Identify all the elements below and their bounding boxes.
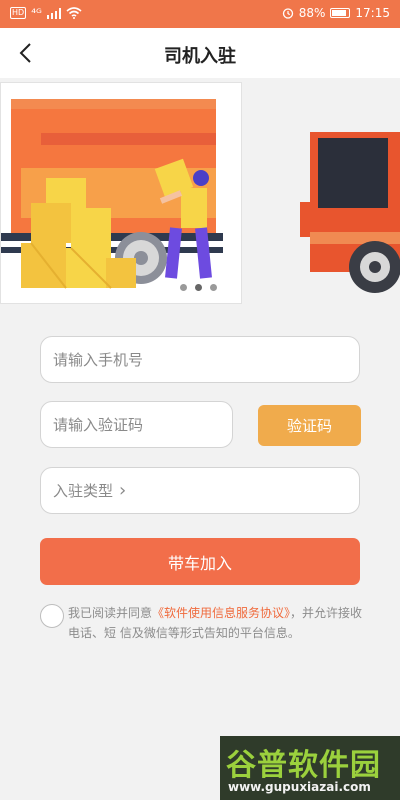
nav-bar: 司机入驻 [0, 28, 400, 78]
join-with-vehicle-button[interactable]: 带车加入 [40, 538, 360, 585]
phone-field[interactable] [40, 336, 360, 383]
chevron-right-icon: › [119, 480, 127, 501]
status-left: HD ⁴ᴳ [10, 6, 82, 20]
battery-percent: 88% [298, 6, 326, 20]
watermark-url: www.gupuxiazai.com [228, 780, 371, 794]
watermark-logo: 谷普软件园 www.gupuxiazai.com [220, 736, 400, 800]
verification-code-input[interactable] [53, 415, 232, 434]
signal-text: ⁴ᴳ [31, 6, 42, 20]
carousel-dot-active[interactable] [195, 284, 202, 291]
battery-icon [330, 8, 351, 18]
carousel-dot[interactable] [180, 284, 187, 291]
join-type-label: 入驻类型 [53, 482, 114, 500]
banner-slide-next[interactable] [300, 82, 400, 304]
carousel-indicator [180, 284, 217, 291]
page-title: 司机入驻 [164, 46, 236, 67]
phone-input[interactable] [53, 350, 359, 369]
get-code-button[interactable]: 验证码 [258, 405, 361, 446]
clock: 17:15 [355, 6, 390, 20]
truck-front-illustration [300, 132, 400, 293]
status-right: 88% 17:15 [282, 6, 390, 20]
agreement-link[interactable]: 《软件使用信息服务协议》 [152, 606, 290, 620]
banner-slide-current[interactable] [0, 82, 242, 304]
truck-loading-illustration [1, 83, 241, 303]
signal-icon [46, 7, 61, 19]
verification-code-field[interactable] [40, 401, 233, 448]
agreement-text: 我已阅读并同意《软件使用信息服务协议》，并允许接收电话、短 信及微信等形式告知的… [68, 603, 363, 643]
join-type-select[interactable]: 入驻类型 › [40, 467, 360, 514]
hd-badge: HD [10, 7, 27, 19]
banner-carousel[interactable] [0, 78, 400, 306]
wifi-icon [66, 7, 82, 19]
agreement-checkbox[interactable] [40, 604, 64, 628]
alarm-icon [282, 8, 293, 19]
watermark-title: 谷普软件园 [226, 748, 381, 783]
carousel-dot[interactable] [210, 284, 217, 291]
agreement-prefix: 我已阅读并同意 [68, 606, 153, 620]
status-bar: HD ⁴ᴳ 88% 17:15 [0, 0, 400, 28]
